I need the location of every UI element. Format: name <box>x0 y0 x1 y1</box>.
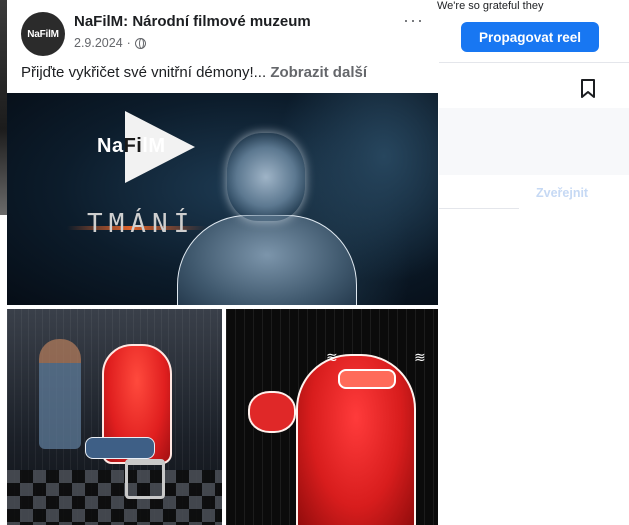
raised-hand <box>248 391 296 433</box>
post-image-main[interactable]: NaFilM TMÁNÍ <box>7 93 438 305</box>
post-date[interactable]: 2.9.2024 <box>74 36 123 50</box>
see-more-link[interactable]: Zobrazit další <box>270 64 367 81</box>
logo-text-right: lM <box>142 135 166 157</box>
stool <box>125 459 165 499</box>
page-avatar[interactable]: NaFilM <box>21 12 65 56</box>
person-legs <box>85 437 155 459</box>
vr-headset <box>338 369 396 389</box>
side-comment-snippet: We're so grateful they <box>437 0 544 12</box>
page-name[interactable]: NaFilM: Národní filmové muzeum <box>74 13 311 30</box>
checkered-floor <box>7 470 222 525</box>
post-image-left[interactable] <box>7 309 222 525</box>
screen: NaFilM NaFilM: Národní filmové muzeum 2.… <box>0 0 629 525</box>
exhibit-title: TMÁNÍ <box>87 209 196 239</box>
logo-text-left: Na <box>97 135 124 157</box>
post-header: NaFilM NaFilM: Národní filmové muzeum 2.… <box>7 0 439 62</box>
logo-text-mid: Fi <box>123 135 143 157</box>
meta-separator: · <box>126 36 131 50</box>
post-meta: 2.9.2024 · <box>74 36 146 50</box>
comments-area <box>439 108 629 175</box>
promote-reel-button[interactable]: Propagovat reel <box>461 22 599 52</box>
ghost-figure <box>39 339 81 449</box>
more-options-icon[interactable]: ··· <box>403 10 424 31</box>
publish-button[interactable]: Zveřejnit <box>536 186 588 200</box>
comment-input-line[interactable] <box>439 208 519 209</box>
side-divider <box>439 62 629 63</box>
sparkle-figure-head <box>227 133 305 221</box>
post-caption: Přijďte vykřičet své vnitřní démony!... … <box>21 64 367 81</box>
globe-icon <box>134 37 146 49</box>
motion-lines-icon: ≋ <box>414 349 426 365</box>
bookmark-icon[interactable] <box>580 79 596 99</box>
avatar-logo-text: NaFilM <box>27 28 59 40</box>
post-image-right[interactable]: ≋ ≋ <box>226 309 438 525</box>
caption-text: Přijďte vykřičet své vnitřní démony!... <box>21 64 267 81</box>
motion-lines-icon: ≋ <box>326 349 338 365</box>
post-card: NaFilM NaFilM: Národní filmové muzeum 2.… <box>7 0 439 525</box>
nafilm-logo: NaFilM <box>97 135 166 158</box>
